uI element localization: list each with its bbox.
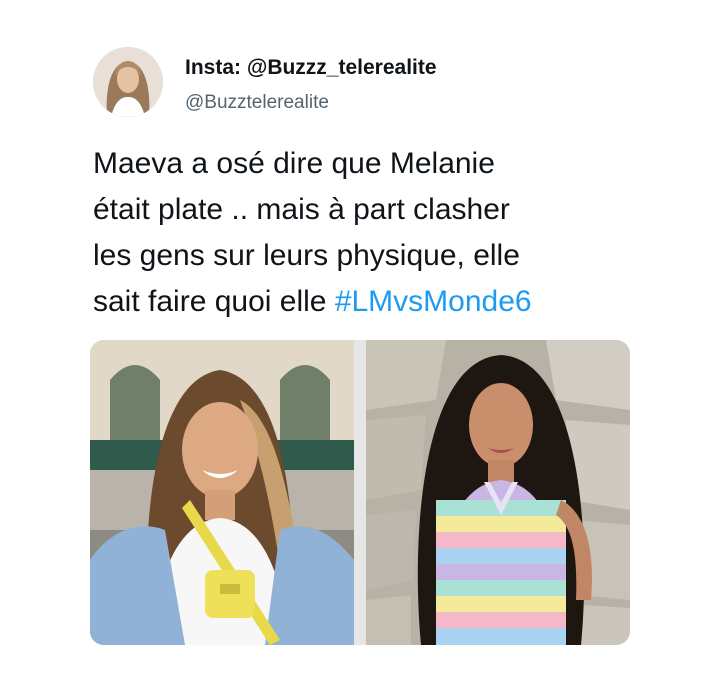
hashtag-link[interactable]: #LMvsMonde6 [335, 285, 532, 318]
photo-woman-striped-top-icon [366, 340, 630, 645]
tweet-text-line: les gens sur leurs physique, elle [93, 239, 520, 272]
avatar[interactable] [93, 47, 163, 117]
tweet-text-line: sait faire quoi elle #LMvsMonde6 [93, 279, 653, 325]
photo-left[interactable] [90, 340, 354, 645]
profile-avatar-icon [93, 47, 163, 117]
author-display-name[interactable]: Insta: @Buzzz_telerealite [185, 56, 437, 80]
media-grid [90, 340, 630, 645]
author-handle[interactable]: @Buzztelerealite [185, 92, 329, 114]
photo-right[interactable] [366, 340, 630, 645]
tweet-text-line: Maeva a osé dire que Melanie [93, 147, 495, 180]
tweet: Insta: @Buzzz_telerealite @Buzztelereali… [0, 0, 716, 695]
tweet-text-line: était plate .. mais à part clasher [93, 193, 510, 226]
photo-woman-yellow-bag-icon [90, 340, 354, 645]
tweet-text-fragment: sait faire quoi elle [93, 285, 335, 318]
tweet-text: Maeva a osé dire que Melanie était plate… [93, 141, 653, 325]
